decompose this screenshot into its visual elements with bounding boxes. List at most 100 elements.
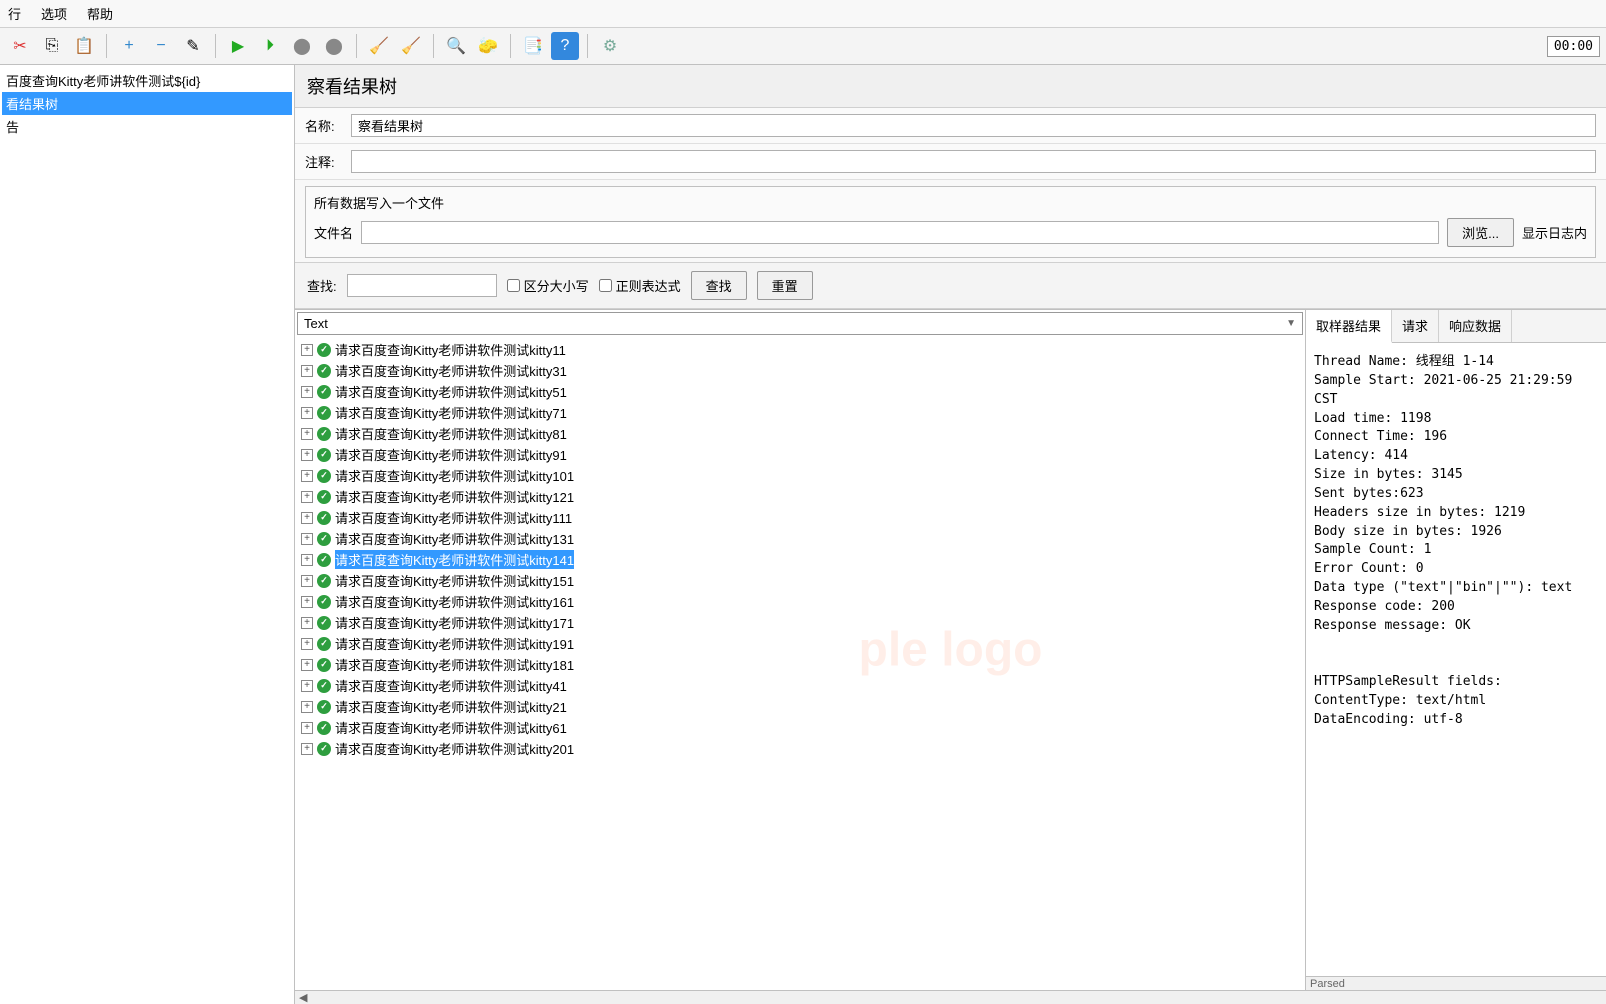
result-item[interactable]: + ✓ 请求百度查询Kitty老师讲软件测试kitty151 bbox=[299, 570, 1301, 591]
search-input[interactable] bbox=[347, 274, 497, 297]
renderer-combo[interactable]: Text ▼ bbox=[297, 312, 1303, 335]
expand-icon[interactable]: + bbox=[301, 428, 313, 440]
result-item[interactable]: +✓请求百度查询Kitty老师讲软件测试kitty61 bbox=[299, 717, 1301, 738]
tab-response-data[interactable]: 响应数据 bbox=[1439, 310, 1512, 342]
wand-icon[interactable]: ✎ bbox=[179, 32, 207, 60]
result-item[interactable]: +✓请求百度查询Kitty老师讲软件测试kitty171 bbox=[299, 612, 1301, 633]
expand-icon[interactable]: + bbox=[301, 386, 313, 398]
clear-icon[interactable]: 🧹 bbox=[365, 32, 393, 60]
tab-request[interactable]: 请求 bbox=[1392, 310, 1439, 342]
expand-icon[interactable]: + bbox=[301, 722, 313, 734]
clear-all-icon[interactable]: 🧹 bbox=[397, 32, 425, 60]
expand-icon[interactable]: + bbox=[301, 617, 313, 629]
case-sensitive-checkbox[interactable]: 区分大小写 bbox=[507, 276, 589, 295]
success-icon: ✓ bbox=[317, 574, 331, 588]
comment-label: 注释: bbox=[305, 152, 343, 171]
result-list[interactable]: +✓请求百度查询Kitty老师讲软件测试kitty11+✓请求百度查询Kitty… bbox=[295, 337, 1305, 990]
success-icon: ✓ bbox=[317, 448, 331, 462]
result-item[interactable]: +✓请求百度查询Kitty老师讲软件测试kitty81 bbox=[299, 423, 1301, 444]
result-item[interactable]: +✓请求百度查询Kitty老师讲软件测试kitty181 bbox=[299, 654, 1301, 675]
result-item[interactable]: +✓请求百度查询Kitty老师讲软件测试kitty131 bbox=[299, 528, 1301, 549]
result-item[interactable]: +✓请求百度查询Kitty老师讲软件测试kitty111 bbox=[299, 507, 1301, 528]
templates-icon[interactable]: ⚙ bbox=[596, 32, 624, 60]
detail-tabs: 取样器结果 请求 响应数据 bbox=[1306, 310, 1606, 343]
tree-item-results-tree[interactable]: 看结果树 bbox=[2, 92, 292, 115]
start-icon[interactable]: ▶ bbox=[224, 32, 252, 60]
expand-icon[interactable]: + bbox=[301, 512, 313, 524]
expand-icon[interactable]: + bbox=[301, 470, 313, 482]
right-panel: 察看结果树 名称: 注释: 所有数据写入一个文件 文件名 浏览... 显示日志内 bbox=[295, 65, 1606, 1004]
result-item[interactable]: + ✓ 请求百度查询Kitty老师讲软件测试kitty161 bbox=[299, 591, 1301, 612]
result-item[interactable]: +✓请求百度查询Kitty老师讲软件测试kitty191 bbox=[299, 633, 1301, 654]
stop-icon[interactable]: ⬤ bbox=[288, 32, 316, 60]
success-icon: ✓ bbox=[317, 595, 331, 609]
name-row: 名称: bbox=[295, 108, 1606, 144]
result-item[interactable]: +✓请求百度查询Kitty老师讲软件测试kitty11 bbox=[299, 339, 1301, 360]
search-icon[interactable]: 🔍 bbox=[442, 32, 470, 60]
expand-icon[interactable]: + bbox=[301, 407, 313, 419]
result-item[interactable]: +✓请求百度查询Kitty老师讲软件测试kitty91 bbox=[299, 444, 1301, 465]
expand-icon[interactable]: + bbox=[301, 701, 313, 713]
help-icon[interactable]: ? bbox=[551, 32, 579, 60]
result-item-label: 请求百度查询Kitty老师讲软件测试kitty121 bbox=[335, 487, 574, 506]
expand-icon[interactable]: + bbox=[301, 344, 313, 356]
result-item[interactable]: +✓请求百度查询Kitty老师讲软件测试kitty121 bbox=[299, 486, 1301, 507]
results-split: Text ▼ +✓请求百度查询Kitty老师讲软件测试kitty11+✓请求百度… bbox=[295, 309, 1606, 990]
detail-panel: 取样器结果 请求 响应数据 Thread Name: 线程组 1-14 Samp… bbox=[1306, 310, 1606, 990]
success-icon: ✓ bbox=[317, 364, 331, 378]
menu-run[interactable]: 行 bbox=[4, 2, 25, 25]
reset-search-icon[interactable]: 🧽 bbox=[474, 32, 502, 60]
tab-sampler-result[interactable]: 取样器结果 bbox=[1306, 310, 1392, 343]
result-item[interactable]: +✓请求百度查询Kitty老师讲软件测试kitty71 bbox=[299, 402, 1301, 423]
success-icon: ✓ bbox=[317, 532, 331, 546]
browse-button[interactable]: 浏览... bbox=[1447, 218, 1514, 247]
expand-icon[interactable]: + bbox=[301, 533, 313, 545]
cut-icon[interactable]: ✂ bbox=[6, 32, 34, 60]
result-item[interactable]: +✓请求百度查询Kitty老师讲软件测试kitty41 bbox=[299, 675, 1301, 696]
result-item[interactable]: +✓请求百度查询Kitty老师讲软件测试kitty31 bbox=[299, 360, 1301, 381]
result-item[interactable]: +✓请求百度查询Kitty老师讲软件测试kitty201 bbox=[299, 738, 1301, 759]
add-icon[interactable]: + bbox=[115, 32, 143, 60]
toolbar: ✂ ⎘ 📋 + − ✎ ▶ ⏵ ⬤ ⬤ 🧹 🧹 🔍 🧽 📑 ? ⚙ 00:00 bbox=[0, 28, 1606, 65]
horizontal-scrollbar[interactable]: ◀ bbox=[295, 990, 1606, 1004]
result-item-label: 请求百度查询Kitty老师讲软件测试kitty151 bbox=[335, 571, 574, 590]
comment-input[interactable] bbox=[351, 150, 1596, 173]
expand-icon[interactable]: + bbox=[301, 365, 313, 377]
menu-options[interactable]: 选项 bbox=[37, 2, 71, 25]
success-icon: ✓ bbox=[317, 343, 331, 357]
copy-icon[interactable]: ⎘ bbox=[38, 32, 66, 60]
reset-button[interactable]: 重置 bbox=[757, 271, 813, 300]
tree-item-report[interactable]: 告 bbox=[2, 115, 292, 138]
result-item-label: 请求百度查询Kitty老师讲软件测试kitty161 bbox=[335, 592, 574, 611]
result-item[interactable]: +✓请求百度查询Kitty老师讲软件测试kitty51 bbox=[299, 381, 1301, 402]
expand-icon[interactable]: + bbox=[301, 596, 313, 608]
expand-icon[interactable]: + bbox=[301, 680, 313, 692]
remove-icon[interactable]: − bbox=[147, 32, 175, 60]
name-input[interactable] bbox=[351, 114, 1596, 137]
regex-checkbox[interactable]: 正则表达式 bbox=[599, 276, 681, 295]
result-item-label: 请求百度查询Kitty老师讲软件测试kitty141 bbox=[335, 550, 574, 569]
result-item[interactable]: +✓请求百度查询Kitty老师讲软件测试kitty141 bbox=[299, 549, 1301, 570]
expand-icon[interactable]: + bbox=[301, 659, 313, 671]
shutdown-icon[interactable]: ⬤ bbox=[320, 32, 348, 60]
menu-help[interactable]: 帮助 bbox=[83, 2, 117, 25]
result-item[interactable]: +✓请求百度查询Kitty老师讲软件测试kitty21 bbox=[299, 696, 1301, 717]
main-area: 百度查询Kitty老师讲软件测试${id} 看结果树 告 察看结果树 名称: 注… bbox=[0, 65, 1606, 1004]
tree-item-http-request[interactable]: 百度查询Kitty老师讲软件测试${id} bbox=[2, 69, 292, 92]
expand-icon[interactable]: + bbox=[301, 491, 313, 503]
test-plan-tree[interactable]: 百度查询Kitty老师讲软件测试${id} 看结果树 告 bbox=[0, 65, 295, 1004]
expand-icon[interactable]: + bbox=[301, 638, 313, 650]
paste-icon[interactable]: 📋 bbox=[70, 32, 98, 60]
expand-icon[interactable]: + bbox=[301, 743, 313, 755]
success-icon: ✓ bbox=[317, 679, 331, 693]
filename-input[interactable] bbox=[361, 221, 1439, 244]
expand-icon[interactable]: + bbox=[301, 449, 313, 461]
result-item[interactable]: +✓请求百度查询Kitty老师讲软件测试kitty101 bbox=[299, 465, 1301, 486]
expand-icon[interactable]: + bbox=[301, 575, 313, 587]
success-icon: ✓ bbox=[317, 700, 331, 714]
function-helper-icon[interactable]: 📑 bbox=[519, 32, 547, 60]
start-no-timers-icon[interactable]: ⏵ bbox=[256, 32, 284, 60]
expand-icon[interactable]: + bbox=[301, 554, 313, 566]
search-button[interactable]: 查找 bbox=[691, 271, 747, 300]
success-icon: ✓ bbox=[317, 469, 331, 483]
